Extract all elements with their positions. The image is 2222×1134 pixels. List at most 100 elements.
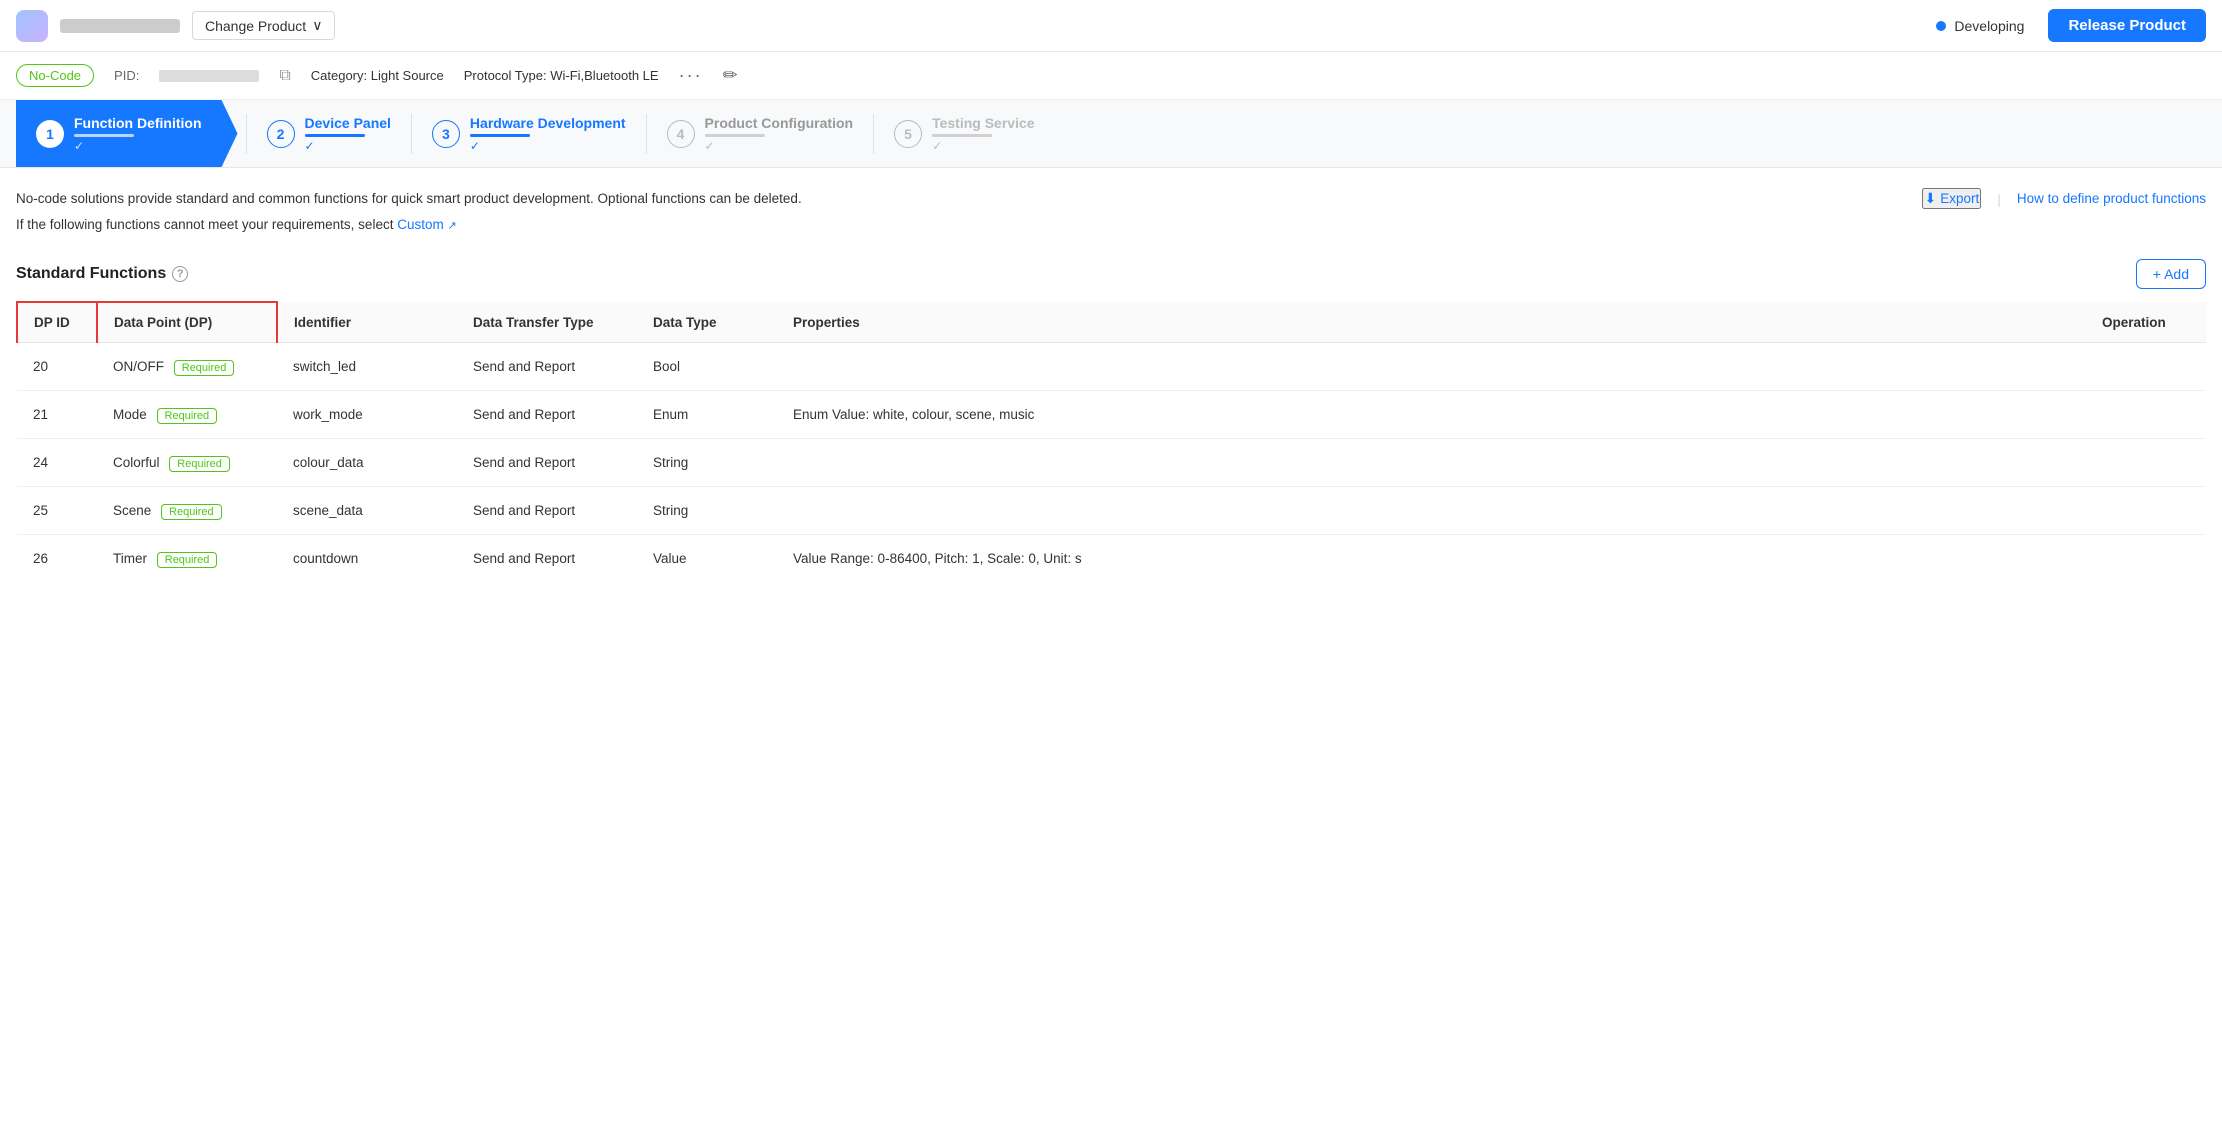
export-label: Export: [1940, 191, 1979, 206]
cell-type: Bool: [637, 343, 777, 391]
step-3-hardware-development[interactable]: 3 Hardware Development ✓: [412, 100, 646, 167]
cell-properties: [777, 343, 2086, 391]
custom-link[interactable]: Custom ↗: [397, 217, 457, 232]
th-dp: Data Point (DP): [97, 302, 277, 343]
logo-icon: [16, 10, 48, 42]
description-row: No-code solutions provide standard and c…: [16, 188, 2206, 235]
table-row: 25Scene Requiredscene_dataSend and Repor…: [17, 487, 2206, 535]
pid-label: PID:: [114, 68, 139, 83]
th-type: Data Type: [637, 302, 777, 343]
step-3-title: Hardware Development: [470, 115, 626, 131]
cell-dp: Timer Required: [97, 535, 277, 583]
step-2-title: Device Panel: [305, 115, 391, 131]
cell-transfer: Send and Report: [457, 439, 637, 487]
release-product-button[interactable]: Release Product: [2048, 9, 2206, 42]
cell-dpid: 26: [17, 535, 97, 583]
step-1-check: ✓: [74, 139, 202, 153]
description-text: No-code solutions provide standard and c…: [16, 188, 802, 235]
th-dpid: DP ID: [17, 302, 97, 343]
functions-table: DP ID Data Point (DP) Identifier Data Tr…: [16, 301, 2206, 582]
step-2-number: 2: [267, 120, 295, 148]
category-label: Category: Light Source: [311, 68, 444, 83]
change-product-label: Change Product: [205, 18, 306, 34]
step-1-underline: [74, 134, 134, 137]
step-5-title: Testing Service: [932, 115, 1034, 131]
download-icon: ⬇: [1924, 190, 1936, 207]
cell-operation: [2086, 391, 2206, 439]
description-line1: No-code solutions provide standard and c…: [16, 188, 802, 210]
cell-identifier: countdown: [277, 535, 457, 583]
step-4-check: ✓: [705, 139, 854, 153]
description-line2: If the following functions cannot meet y…: [16, 214, 802, 236]
step-1-content: Function Definition ✓: [74, 115, 202, 153]
steps-container: 1 Function Definition ✓ 2 Device Panel ✓…: [0, 100, 2222, 168]
step-3-content: Hardware Development ✓: [470, 115, 626, 153]
step-2-device-panel[interactable]: 2 Device Panel ✓: [247, 100, 411, 167]
protocol-label: Protocol Type: Wi-Fi,Bluetooth LE: [464, 68, 659, 83]
help-link[interactable]: How to define product functions: [2017, 191, 2206, 206]
required-badge: Required: [169, 456, 230, 472]
cell-type: String: [637, 487, 777, 535]
cell-type: Value: [637, 535, 777, 583]
cell-identifier: scene_data: [277, 487, 457, 535]
action-divider: |: [1997, 191, 2001, 207]
section-title-row: Standard Functions ? + Add: [16, 259, 2206, 289]
step-4-underline: [705, 134, 765, 137]
cell-dp: Scene Required: [97, 487, 277, 535]
cell-identifier: switch_led: [277, 343, 457, 391]
step-1-function-definition[interactable]: 1 Function Definition ✓: [16, 100, 238, 167]
cell-type: Enum: [637, 391, 777, 439]
table-row: 24Colorful Requiredcolour_dataSend and R…: [17, 439, 2206, 487]
step-4-product-configuration[interactable]: 4 Product Configuration ✓: [647, 100, 874, 167]
description-actions: ⬇ Export | How to define product functio…: [1922, 188, 2206, 209]
sub-header: No-Code PID: ⧉ Category: Light Source Pr…: [0, 52, 2222, 100]
table-row: 26Timer RequiredcountdownSend and Report…: [17, 535, 2206, 583]
developing-indicator: Developing: [1936, 18, 2024, 34]
cell-transfer: Send and Report: [457, 535, 637, 583]
th-properties: Properties: [777, 302, 2086, 343]
cell-type: String: [637, 439, 777, 487]
step-5-testing-service[interactable]: 5 Testing Service ✓: [874, 100, 1054, 167]
header: Change Product ∨ Developing Release Prod…: [0, 0, 2222, 52]
cell-dp: Mode Required: [97, 391, 277, 439]
pid-value: [159, 70, 259, 82]
cell-identifier: colour_data: [277, 439, 457, 487]
cell-properties: Value Range: 0-86400, Pitch: 1, Scale: 0…: [777, 535, 2086, 583]
chevron-down-icon: ∨: [312, 17, 322, 34]
cell-dpid: 20: [17, 343, 97, 391]
add-button[interactable]: + Add: [2136, 259, 2206, 289]
step-5-check: ✓: [932, 139, 1034, 153]
description-line2-prefix: If the following functions cannot meet y…: [16, 217, 397, 232]
table-body: 20ON/OFF Requiredswitch_ledSend and Repo…: [17, 343, 2206, 583]
export-button[interactable]: ⬇ Export: [1922, 188, 1981, 209]
cell-operation: [2086, 343, 2206, 391]
required-badge: Required: [157, 408, 218, 424]
step-2-content: Device Panel ✓: [305, 115, 391, 153]
cell-properties: [777, 487, 2086, 535]
step-3-check: ✓: [470, 139, 626, 153]
developing-dot-icon: [1936, 21, 1946, 31]
step-2-underline: [305, 134, 365, 137]
cell-dp: ON/OFF Required: [97, 343, 277, 391]
step-1-number: 1: [36, 120, 64, 148]
copy-icon[interactable]: ⧉: [279, 67, 290, 85]
edit-icon[interactable]: ✏: [723, 65, 738, 86]
step-5-content: Testing Service ✓: [932, 115, 1034, 153]
required-badge: Required: [161, 504, 222, 520]
cell-properties: [777, 439, 2086, 487]
help-circle-icon[interactable]: ?: [172, 266, 188, 282]
more-options-icon[interactable]: ···: [679, 65, 703, 86]
th-identifier: Identifier: [277, 302, 457, 343]
cell-transfer: Send and Report: [457, 391, 637, 439]
step-1-title: Function Definition: [74, 115, 202, 131]
table-header: DP ID Data Point (DP) Identifier Data Tr…: [17, 302, 2206, 343]
external-link-icon: ↗: [447, 220, 456, 232]
step-3-underline: [470, 134, 530, 137]
change-product-button[interactable]: Change Product ∨: [192, 11, 335, 40]
cell-operation: [2086, 535, 2206, 583]
standard-functions-label: Standard Functions: [16, 265, 166, 283]
cell-dp: Colorful Required: [97, 439, 277, 487]
required-badge: Required: [157, 552, 218, 568]
cell-operation: [2086, 439, 2206, 487]
cell-transfer: Send and Report: [457, 487, 637, 535]
